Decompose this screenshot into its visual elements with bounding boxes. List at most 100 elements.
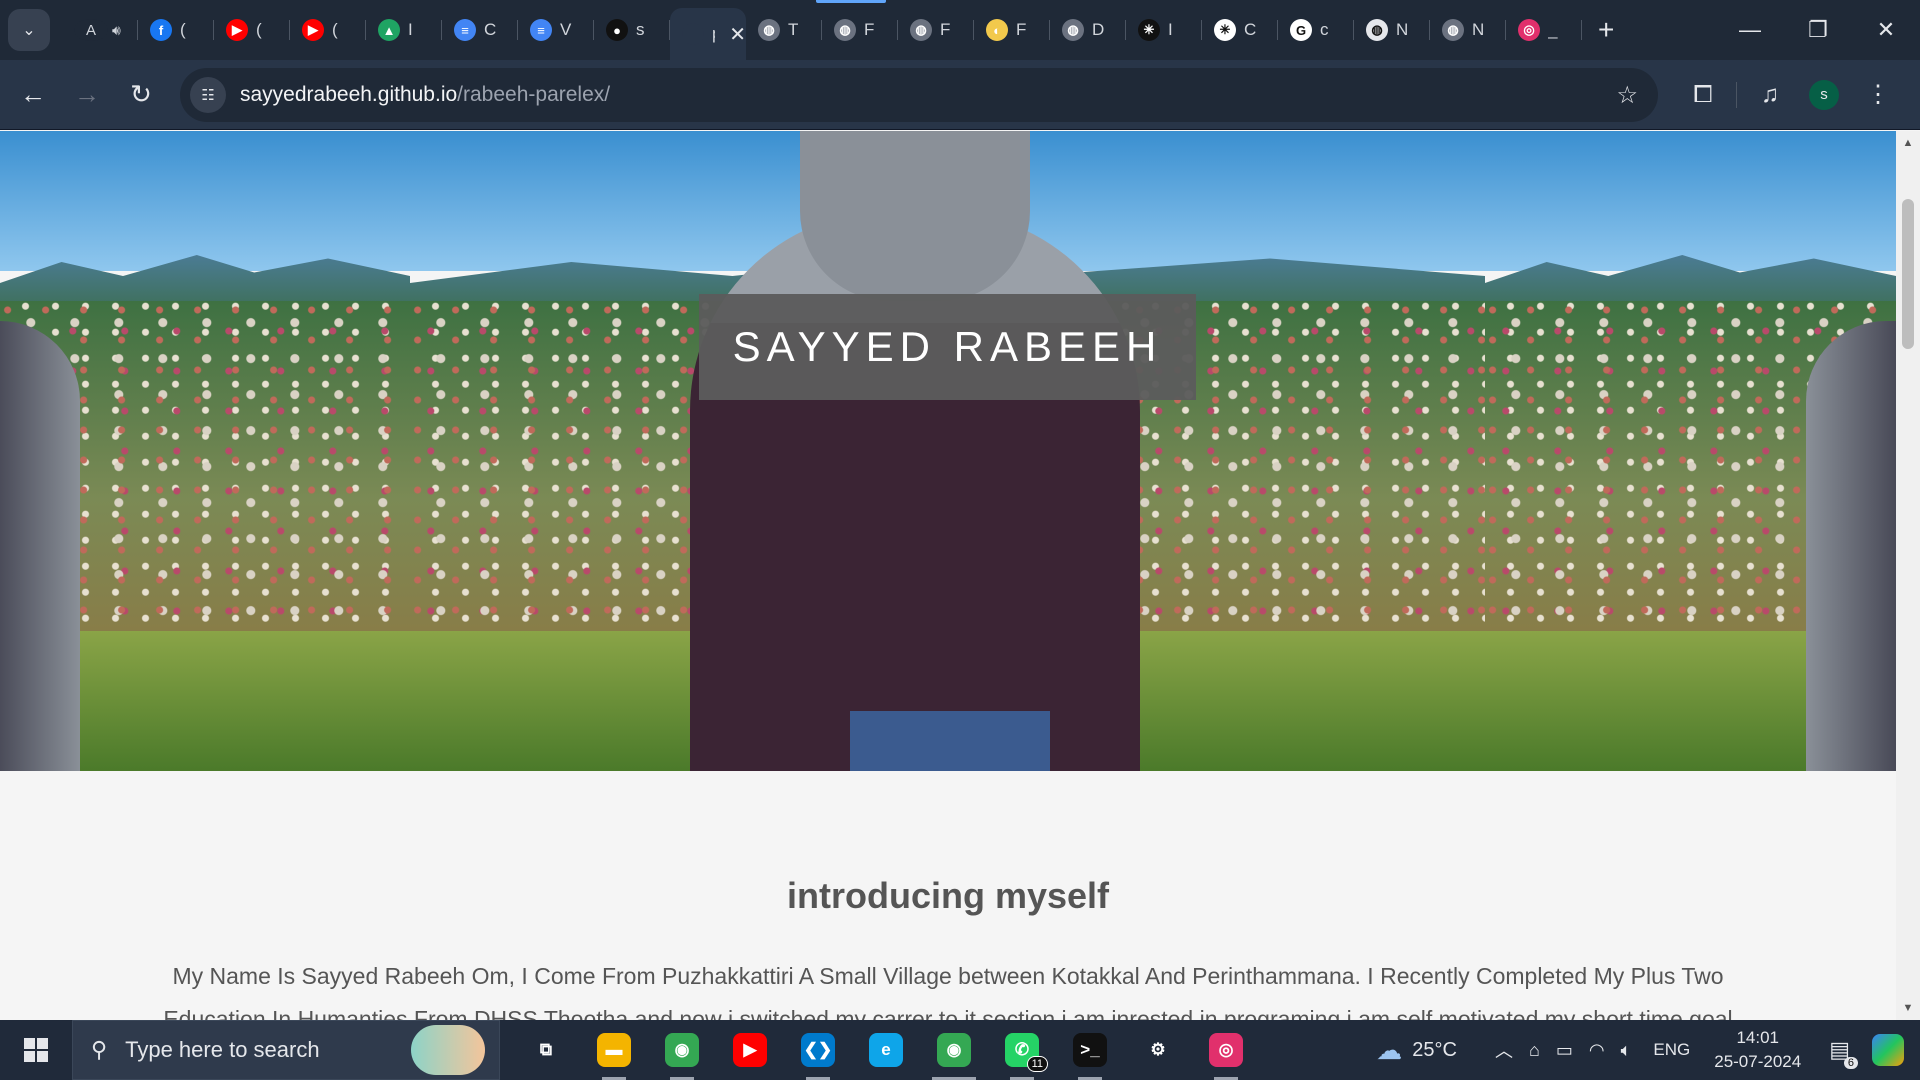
taskbar-search-placeholder: Type here to search	[125, 1037, 320, 1062]
taskbar-app-file-explorer[interactable]: ▬	[580, 1020, 648, 1080]
browser-tab[interactable]: ✳ I	[1126, 0, 1202, 60]
browser-tab[interactable]: ≡ V	[518, 0, 594, 60]
youtube-icon: ▶	[302, 19, 324, 41]
globe-icon: ◍	[1366, 19, 1388, 41]
browser-tab[interactable]: ◎ _	[1506, 0, 1582, 60]
globe-icon: ◍	[758, 19, 780, 41]
globe-icon: ◍	[1442, 19, 1464, 41]
address-bar[interactable]: ☷ sayyedrabeeh.github.io/rabeeh-parelex/…	[180, 67, 1658, 122]
tune-icon: ☷	[201, 86, 215, 104]
hero-banner: SAYYED RABEEH	[0, 131, 1896, 771]
browser-tab[interactable]: ▶(	[290, 0, 366, 60]
back-button[interactable]: ←	[6, 68, 60, 122]
python-icon: ◐	[986, 19, 1008, 41]
browser-toolbar: ← → ↻ ☷ sayyedrabeeh.github.io/rabeeh-pa…	[0, 60, 1920, 130]
taskbar-app-vscode[interactable]: ❮❯	[784, 1020, 852, 1080]
instagram-icon: ◎	[1209, 1033, 1243, 1067]
minimize-button[interactable]: —	[1716, 0, 1784, 60]
menu-button[interactable]: ⋮	[1851, 68, 1905, 122]
taskbar-app-chrome[interactable]: ◉	[648, 1020, 716, 1080]
profile-avatar[interactable]: s	[1809, 79, 1839, 110]
show-hidden-icons-chevron-icon[interactable]: ︿	[1495, 1037, 1513, 1063]
terminal-icon: >_	[1073, 1033, 1107, 1067]
globe-icon: ◍	[834, 19, 856, 41]
browser-tab[interactable]: ◍ N	[1354, 0, 1430, 60]
restore-button[interactable]: ❐	[1784, 0, 1852, 60]
browser-tab[interactable]: ◍ D	[1050, 0, 1126, 60]
weather-widget[interactable]: ☁ 25°C	[1376, 1035, 1457, 1066]
github-icon: ●	[606, 19, 628, 41]
taskbar-apps: ⧉ ▬ ◉ ▶ ❮❯ e ◉ ✆ 11 >_ ⚙ ◎	[512, 1020, 1260, 1080]
browser-tab[interactable]: f(	[138, 0, 214, 60]
device-icon[interactable]: ⌂	[1529, 1040, 1540, 1061]
browser-tab[interactable]: ◍ F	[822, 0, 898, 60]
browser-tab[interactable]: ✳ C	[1202, 0, 1278, 60]
browser-tab[interactable]: Gc	[1278, 0, 1354, 60]
forward-button[interactable]: →	[60, 68, 114, 122]
reload-button[interactable]: ↻	[114, 68, 168, 122]
url-path: /rabeeh-parelex/	[457, 82, 611, 106]
browser-tab[interactable]: A 🔊︎	[62, 0, 138, 60]
youtube-icon: ▶	[226, 19, 248, 41]
browser-tab[interactable]: p✕	[670, 8, 746, 60]
taskbar-app-terminal[interactable]: >_	[1056, 1020, 1124, 1080]
google-docs-icon: ≡	[530, 19, 552, 41]
start-button[interactable]	[0, 1020, 72, 1080]
search-highlight-image[interactable]	[411, 1025, 485, 1075]
site-info-button[interactable]: ☷	[190, 76, 226, 113]
battery-icon[interactable]: ▭	[1556, 1040, 1573, 1061]
browser-tab[interactable]: ◐ F	[974, 0, 1050, 60]
taskbar-app-instagram[interactable]: ◎	[1192, 1020, 1260, 1080]
scroll-up-arrow-icon[interactable]: ▲	[1896, 131, 1920, 155]
page-scrollbar[interactable]: ▲ ▼	[1896, 131, 1920, 1020]
taskbar-app-youtube[interactable]: ▶	[716, 1020, 784, 1080]
browser-tab[interactable]: ◍ N	[1430, 0, 1506, 60]
chevron-down-icon: ⌄	[22, 22, 36, 39]
scroll-down-arrow-icon[interactable]: ▼	[1896, 996, 1920, 1020]
scrollbar-thumb[interactable]	[1902, 199, 1914, 349]
clock[interactable]: 14:01 25-07-2024	[1714, 1026, 1801, 1074]
taskbar-app-task-view[interactable]: ⧉	[512, 1020, 580, 1080]
media-control-button[interactable]: ♫	[1743, 68, 1797, 122]
browser-tab[interactable]: ◍ T	[746, 0, 822, 60]
browser-tab[interactable]: ≡ C	[442, 0, 518, 60]
new-tab-button[interactable]: +	[1598, 14, 1614, 46]
language-indicator[interactable]: ENG	[1653, 1040, 1690, 1060]
url-text[interactable]: sayyedrabeeh.github.io/rabeeh-parelex/	[240, 83, 610, 107]
windows-taskbar: ⚲ Type here to search ⧉ ▬ ◉ ▶ ❮❯ e ◉ ✆ 11 >_ ⚙ ◎ ☁ …	[0, 1020, 1920, 1080]
tab-title: s	[636, 20, 645, 39]
windows-logo-icon	[24, 1038, 48, 1062]
browser-tab[interactable]: ● s	[594, 0, 670, 60]
close-window-button[interactable]: ✕	[1852, 0, 1920, 60]
extensions-button[interactable]: ⧠	[1676, 68, 1730, 122]
tab-title: (	[180, 20, 186, 39]
app-badge: 11	[1026, 1056, 1048, 1072]
chatgpt-icon: ✳	[1214, 19, 1236, 41]
volume-icon[interactable]: 🔈︎	[1621, 1040, 1632, 1061]
media-queue-icon: ♫	[1761, 80, 1779, 108]
google-docs-icon: ≡	[454, 19, 476, 41]
wifi-icon[interactable]: ◠	[1589, 1040, 1605, 1061]
browser-tab[interactable]: ▶(	[214, 0, 290, 60]
tab-title: _	[1548, 20, 1558, 39]
tab-title: F	[940, 20, 951, 39]
close-tab-icon[interactable]: ✕	[729, 22, 746, 47]
taskbar-app-chrome-profile[interactable]: ◉	[920, 1020, 988, 1080]
browser-tab[interactable]: ▲ I	[366, 0, 442, 60]
hero-image-center	[410, 131, 1485, 771]
taskbar-app-whatsapp[interactable]: ✆ 11	[988, 1020, 1056, 1080]
tab-title: F	[1016, 20, 1027, 39]
facebook-icon: f	[150, 19, 172, 41]
tab-search-button[interactable]: ⌄	[8, 9, 50, 51]
tab-title: I	[408, 20, 413, 39]
globe-icon: ◍	[910, 19, 932, 41]
tab-title: I	[1168, 20, 1173, 39]
taskbar-search-box[interactable]: ⚲ Type here to search	[72, 1020, 500, 1080]
bookmark-star-icon[interactable]: ☆	[1616, 81, 1638, 110]
tab-title: p	[712, 24, 715, 44]
taskbar-app-edge[interactable]: e	[852, 1020, 920, 1080]
taskbar-app-settings[interactable]: ⚙	[1124, 1020, 1192, 1080]
notification-center-button[interactable]: ▤ 6	[1829, 1037, 1858, 1069]
browser-tab[interactable]: ◍ F	[898, 0, 974, 60]
copilot-icon[interactable]	[1872, 1034, 1904, 1066]
